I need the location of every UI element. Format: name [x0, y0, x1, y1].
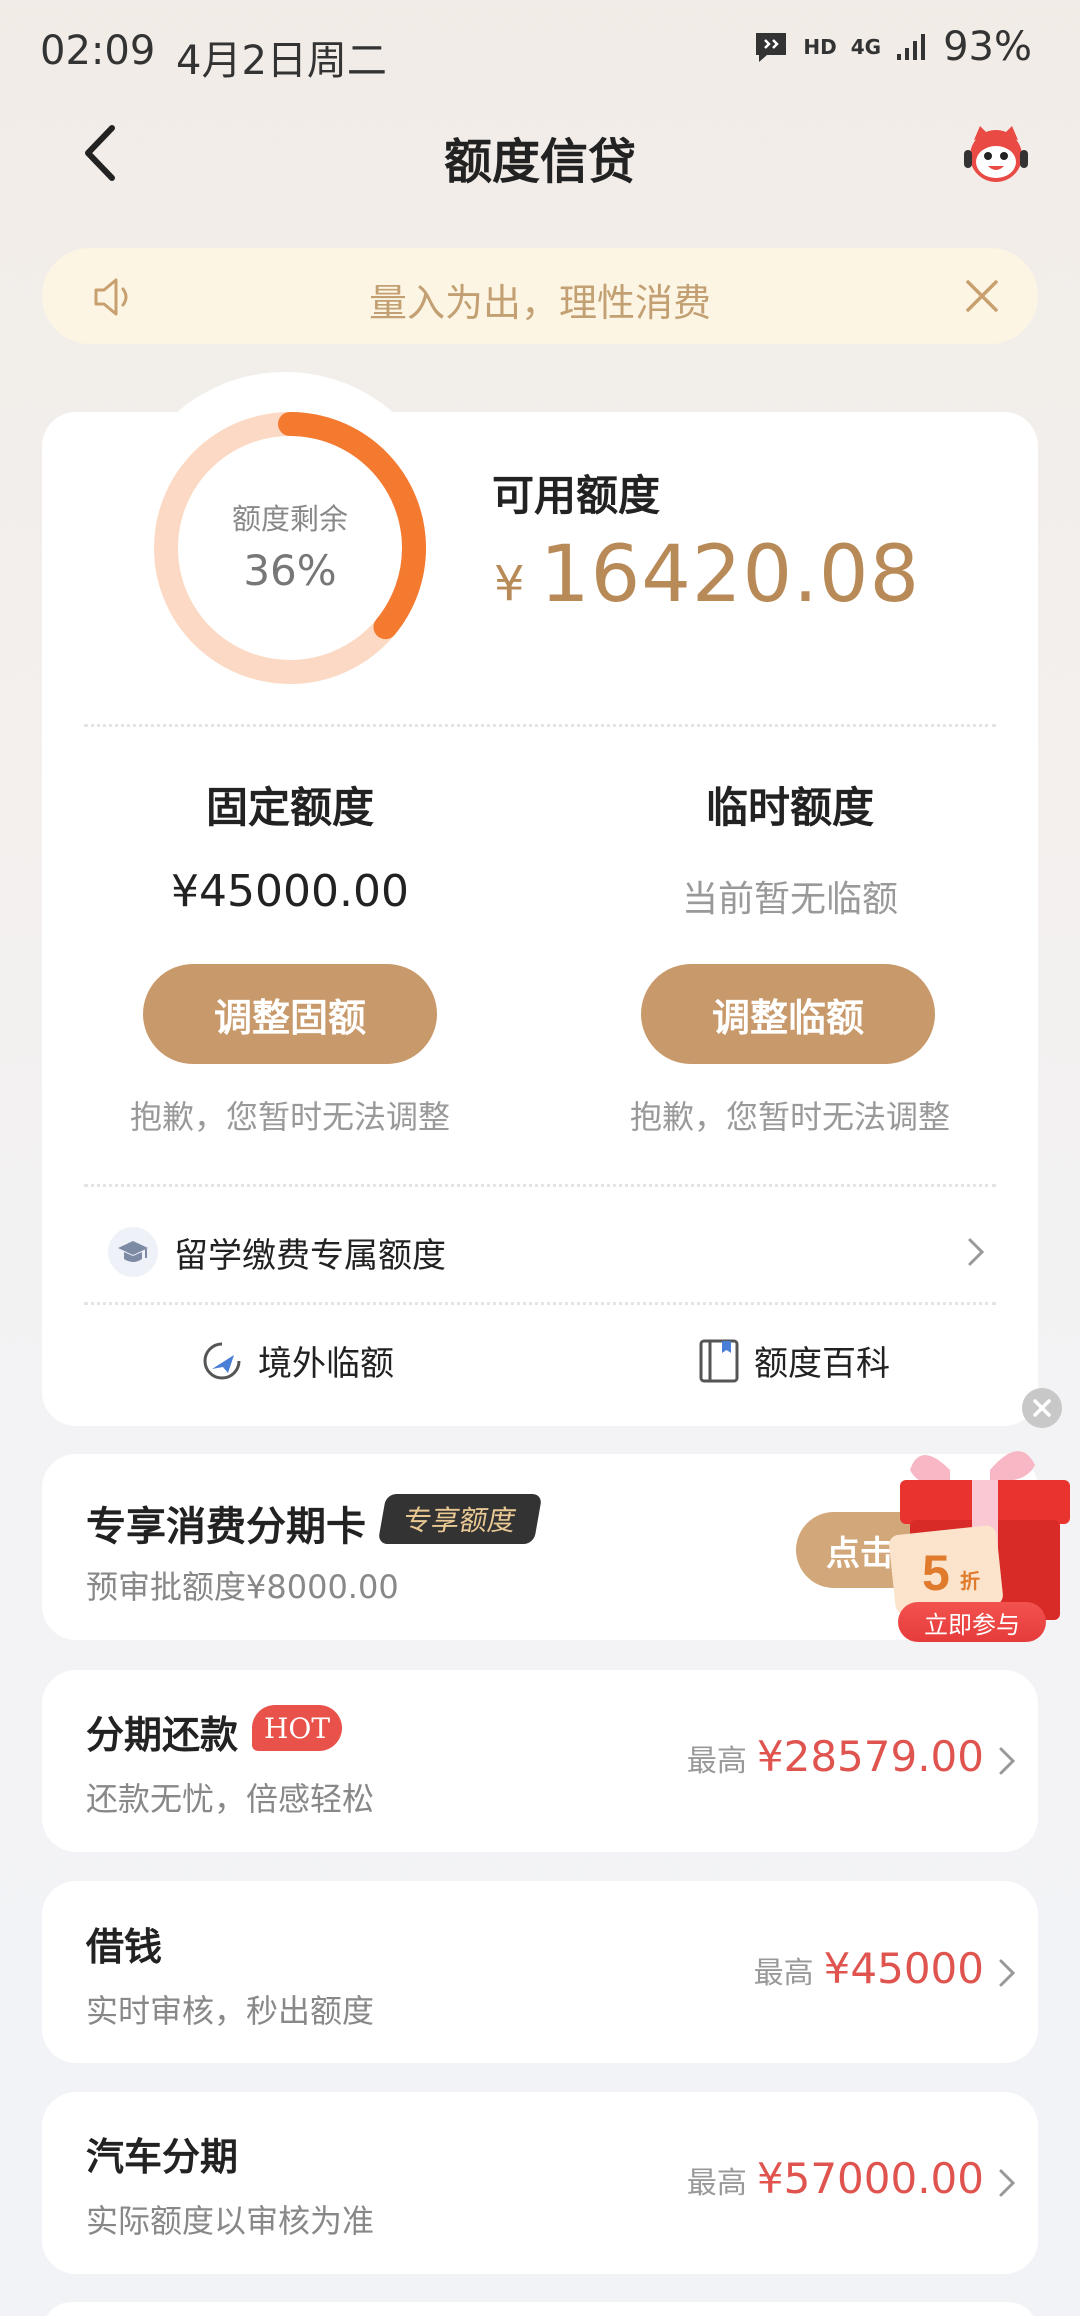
status-time: 02:09 — [40, 28, 156, 74]
chevron-right-icon — [968, 1238, 985, 1266]
overseas-limit-link[interactable]: 境外临额 — [200, 1336, 394, 1385]
divider — [84, 724, 996, 727]
close-icon — [1033, 1399, 1051, 1417]
overseas-limit-label: 境外临额 — [258, 1344, 394, 1384]
promo-subtitle: 预审批额度¥8000.00 — [86, 1568, 399, 1606]
gift-discount: 5 — [922, 1545, 950, 1601]
signal-icon — [897, 34, 926, 60]
status-icons: HD 4G 93% — [753, 24, 1032, 70]
status-date: 4月2日周二 — [176, 38, 387, 84]
promo-tag: 专享额度 — [377, 1494, 543, 1544]
product-title: 借钱 — [86, 1925, 163, 1969]
adjust-fixed-button[interactable]: 调整固额 — [143, 964, 437, 1064]
temp-adjust-note: 抱歉，您暂时无法调整 — [629, 1098, 950, 1136]
product-max: 最高 ¥57000.00 — [687, 2154, 984, 2203]
message-icon — [756, 33, 787, 62]
temp-limit-value: 当前暂无临额 — [681, 879, 898, 920]
join-now-badge[interactable]: 立即参与 — [898, 1602, 1046, 1642]
graduation-cap-icon — [108, 1227, 158, 1277]
chevron-right-icon — [999, 1747, 1016, 1775]
limit-encyclopedia-link[interactable]: 额度百科 — [698, 1336, 890, 1385]
max-amount: ¥57000.00 — [756, 2154, 984, 2203]
ring-label: 额度剩余 — [231, 502, 348, 536]
hd-indicator: HD — [803, 35, 837, 59]
notice-bar: 量入为出，理性消费 — [42, 248, 1038, 344]
hot-tag: HOT — [252, 1705, 343, 1751]
product-title: 汽车分期 — [86, 2135, 239, 2179]
product-title: 分期还款 — [86, 1713, 239, 1757]
max-amount: ¥28579.00 — [756, 1732, 984, 1781]
available-amount: 16420.08 — [540, 530, 921, 620]
study-abroad-limit-row[interactable]: 留学缴费专属额度 — [108, 1222, 988, 1282]
network-indicator: 4G — [850, 35, 882, 59]
book-icon — [699, 1339, 739, 1382]
limit-encyclopedia-label: 额度百科 — [754, 1344, 890, 1384]
max-label: 最高 — [686, 2166, 747, 2201]
divider — [84, 1184, 996, 1187]
fixed-limit-value: ¥45000.00 — [171, 866, 409, 917]
product-subtitle: 实时审核，秒出额度 — [86, 1992, 375, 2030]
currency-symbol: ¥ — [494, 556, 525, 612]
temp-limit-title: 临时额度 — [705, 783, 874, 832]
notice-text: 量入为出，理性消费 — [368, 281, 711, 325]
fixed-adjust-note: 抱歉，您暂时无法调整 — [129, 1098, 450, 1136]
max-label: 最高 — [686, 1744, 747, 1779]
study-abroad-label: 留学缴费专属额度 — [174, 1235, 446, 1276]
chevron-right-icon — [999, 2169, 1016, 2197]
page-title: 额度信贷 — [443, 134, 636, 190]
fixed-limit-title: 固定额度 — [205, 783, 374, 832]
gift-close-button[interactable] — [1022, 1388, 1062, 1428]
product-subtitle: 实际额度以审核为准 — [86, 2202, 375, 2240]
product-subtitle: 还款无忧，倍感轻松 — [86, 1780, 375, 1818]
divider — [84, 1302, 996, 1305]
close-icon[interactable] — [960, 274, 1004, 318]
overseas-plane-icon — [203, 1342, 241, 1379]
adjust-temp-button[interactable]: 调整临额 — [641, 964, 935, 1064]
next-product-card[interactable] — [42, 2302, 1038, 2316]
ring-percent: 36% — [243, 546, 337, 595]
chevron-right-icon — [999, 1959, 1016, 1987]
product-max: 最高 ¥28579.00 — [687, 1732, 984, 1781]
battery-level: 93% — [943, 24, 1032, 70]
available-label: 可用额度 — [492, 471, 661, 520]
max-label: 最高 — [753, 1956, 814, 1991]
customer-service-mascot-icon — [964, 126, 1028, 182]
customer-service-button[interactable] — [960, 118, 1032, 190]
promo-title: 专享消费分期卡 — [86, 1504, 366, 1550]
max-amount: ¥45000 — [823, 1944, 984, 1993]
gift-discount-unit: 折 — [960, 1569, 980, 1593]
product-max: 最高 ¥45000 — [754, 1944, 984, 1993]
